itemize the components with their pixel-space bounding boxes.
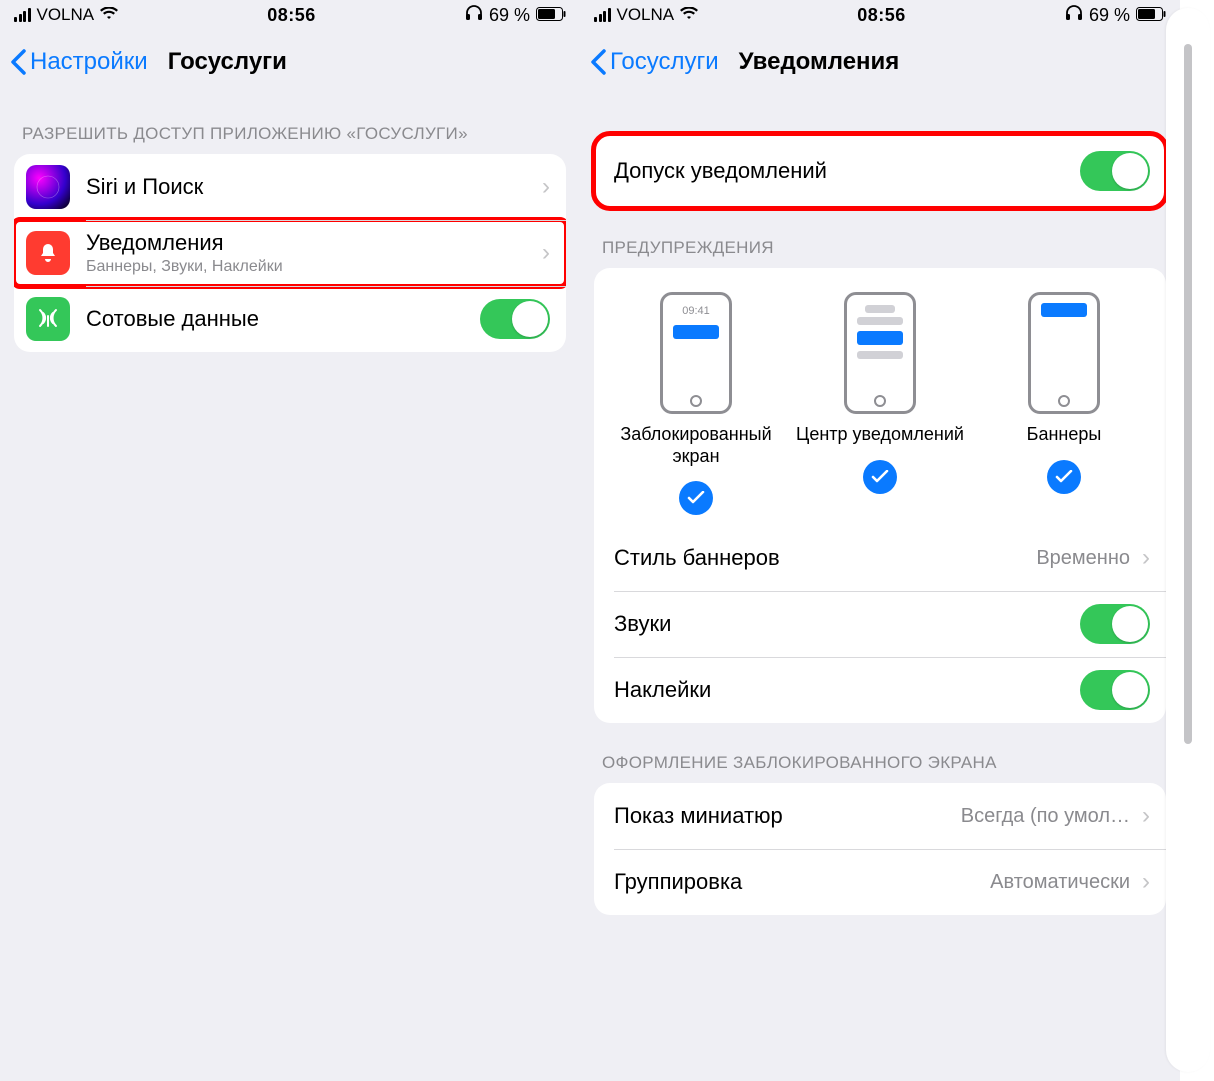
wifi-icon — [680, 5, 698, 26]
status-time: 08:56 — [857, 5, 906, 26]
page-title: Госуслуги — [168, 48, 287, 76]
allow-switch[interactable] — [1080, 151, 1150, 191]
nav-bar: Госуслуги Уведомления — [580, 30, 1180, 94]
check-icon — [679, 481, 713, 515]
wifi-icon — [100, 5, 118, 26]
status-time: 08:56 — [267, 5, 316, 26]
row-value: Всегда (по умол… — [961, 805, 1130, 828]
headphones-icon — [465, 5, 483, 26]
sounds-switch[interactable] — [1080, 604, 1150, 644]
chevron-right-icon: › — [542, 173, 550, 201]
cellular-switch[interactable] — [480, 299, 550, 339]
row-banner-style[interactable]: Стиль баннеров Временно › — [594, 525, 1166, 591]
row-sublabel: Баннеры, Звуки, Наклейки — [86, 258, 534, 276]
signal-icon — [594, 8, 611, 22]
phone-left: VOLNA 08:56 69 % Настройки Госуслуги РАЗ… — [0, 0, 580, 1081]
battery-percent: 69 % — [1089, 5, 1130, 26]
banner-preview-icon — [1028, 292, 1100, 414]
lock-screen-list: Показ миниатюр Всегда (по умол… › Группи… — [594, 783, 1166, 915]
access-list: Siri и Поиск › Уведомления Баннеры, Звук… — [14, 154, 566, 352]
row-sounds[interactable]: Звуки — [594, 591, 1166, 657]
alert-option-lock-screen[interactable]: 09:41 Заблокированный экран — [611, 292, 781, 515]
alert-option-banners[interactable]: Баннеры — [979, 292, 1149, 515]
check-icon — [1047, 460, 1081, 494]
alert-option-notification-center[interactable]: Центр уведомлений — [795, 292, 965, 515]
chevron-right-icon: › — [1142, 802, 1150, 830]
row-value: Автоматически — [990, 871, 1130, 894]
section-header-lock-screen: ОФОРМЛЕНИЕ ЗАБЛОКИРОВАННОГО ЭКРАНА — [580, 723, 1180, 783]
scrollbar[interactable] — [1166, 8, 1210, 1072]
row-label: Показ миниатюр — [614, 803, 961, 829]
allow-notifications-group: Допуск уведомлений — [594, 134, 1166, 208]
status-bar: VOLNA 08:56 69 % — [580, 0, 1180, 30]
alert-label: Баннеры — [1027, 424, 1102, 446]
chevron-right-icon: › — [542, 239, 550, 267]
alerts-list: 09:41 Заблокированный экран Центр уведом… — [594, 268, 1166, 723]
badges-switch[interactable] — [1080, 670, 1150, 710]
row-cellular-data[interactable]: Сотовые данные — [14, 286, 566, 352]
carrier-label: VOLNA — [617, 5, 675, 25]
row-label: Стиль баннеров — [614, 545, 1036, 571]
row-value: Временно — [1036, 547, 1130, 570]
back-button[interactable]: Настройки — [10, 48, 148, 76]
alert-styles-row: 09:41 Заблокированный экран Центр уведом… — [594, 268, 1166, 525]
chevron-right-icon: › — [1142, 544, 1150, 572]
row-label: Допуск уведомлений — [614, 158, 1080, 184]
chevron-left-icon — [590, 49, 606, 75]
phone-right: VOLNA 08:56 69 % Госуслуги Уведомления Д… — [580, 0, 1180, 1081]
battery-icon — [536, 5, 566, 26]
nav-bar: Настройки Госуслуги — [0, 30, 580, 94]
section-header-allow-access: РАЗРЕШИТЬ ДОСТУП ПРИЛОЖЕНИЮ «ГОСУСЛУГИ» — [0, 94, 580, 154]
back-button[interactable]: Госуслуги — [590, 48, 719, 76]
antenna-icon — [26, 297, 70, 341]
bell-icon — [26, 231, 70, 275]
notification-center-preview-icon — [844, 292, 916, 414]
carrier-label: VOLNA — [37, 5, 95, 25]
row-notifications[interactable]: Уведомления Баннеры, Звуки, Наклейки › — [14, 220, 566, 286]
battery-icon — [1136, 5, 1166, 26]
row-show-previews[interactable]: Показ миниатюр Всегда (по умол… › — [594, 783, 1166, 849]
row-allow-notifications[interactable]: Допуск уведомлений — [594, 138, 1166, 204]
row-badges[interactable]: Наклейки — [594, 657, 1166, 723]
alert-label: Центр уведомлений — [796, 424, 964, 446]
row-label: Звуки — [614, 611, 1080, 637]
row-siri-search[interactable]: Siri и Поиск › — [14, 154, 566, 220]
section-header-alerts: ПРЕДУПРЕЖДЕНИЯ — [580, 208, 1180, 268]
row-grouping[interactable]: Группировка Автоматически › — [594, 849, 1166, 915]
chevron-right-icon: › — [1142, 868, 1150, 896]
headphones-icon — [1065, 5, 1083, 26]
row-label: Сотовые данные — [86, 306, 480, 332]
scrollbar-thumb[interactable] — [1184, 44, 1192, 744]
lock-screen-preview-icon: 09:41 — [660, 292, 732, 414]
row-label: Siri и Поиск — [86, 174, 534, 200]
battery-percent: 69 % — [489, 5, 530, 26]
row-label: Группировка — [614, 869, 990, 895]
check-icon — [863, 460, 897, 494]
siri-icon — [26, 165, 70, 209]
back-label: Госуслуги — [610, 48, 719, 76]
chevron-left-icon — [10, 49, 26, 75]
status-bar: VOLNA 08:56 69 % — [0, 0, 580, 30]
alert-label: Заблокированный экран — [611, 424, 781, 467]
back-label: Настройки — [30, 48, 148, 76]
row-label: Наклейки — [614, 677, 1080, 703]
row-label: Уведомления — [86, 230, 534, 256]
signal-icon — [14, 8, 31, 22]
page-title: Уведомления — [739, 48, 900, 76]
